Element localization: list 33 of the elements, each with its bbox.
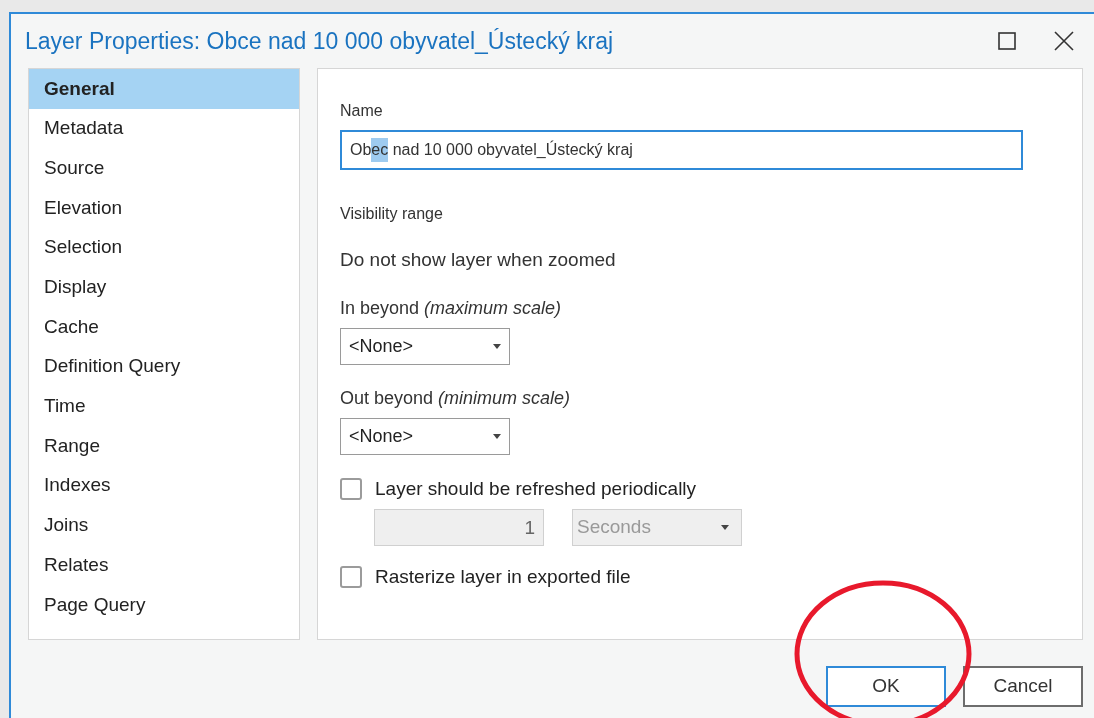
field-label: Out beyond (minimum scale) xyxy=(340,386,572,410)
caret-icon xyxy=(493,433,501,439)
checkbox-label: Rasterize layer in exported file xyxy=(375,565,631,589)
scale-dropdown[interactable]: <None> xyxy=(340,417,510,455)
ok-button[interactable]: OK xyxy=(826,666,946,707)
cancel-button[interactable]: Cancel xyxy=(963,666,1083,707)
caret-icon xyxy=(493,343,501,349)
sidebar-item[interactable]: Selection xyxy=(29,227,299,268)
checkbox[interactable] xyxy=(340,566,362,589)
scale-dropdown[interactable]: <None> xyxy=(340,327,510,365)
field-label: In beyond (maximum scale) xyxy=(340,296,563,320)
sidebar-item[interactable]: Metadata xyxy=(29,108,299,149)
sidebar-item[interactable]: Time xyxy=(29,386,299,427)
window-title: Layer Properties: Obce nad 10 000 obyvatel_Ústecký kraj xyxy=(25,26,614,56)
sidebar-item[interactable]: Elevation xyxy=(29,188,299,228)
sidebar-item[interactable]: Range xyxy=(29,426,299,466)
sidebar-item[interactable]: Relates xyxy=(29,545,299,585)
sidebar-item[interactable]: General xyxy=(29,69,299,109)
checkbox-label: Layer should be refreshed periodically xyxy=(375,476,697,501)
sidebar-item[interactable]: Joins xyxy=(29,505,299,546)
field-label: Name xyxy=(340,101,384,121)
name-input-field[interactable]: Obec nad 10 000 obyvatel_Ústecký kraj xyxy=(340,130,1023,170)
sidebar-item[interactable]: Source xyxy=(29,148,299,189)
sidebar-item[interactable]: Page Query xyxy=(29,584,299,625)
sidebar-item[interactable]: Display xyxy=(29,267,299,308)
sidebar-item[interactable]: Indexes xyxy=(29,465,299,506)
close-icon[interactable] xyxy=(1054,31,1074,51)
maximize-icon[interactable] xyxy=(998,32,1016,50)
caret-icon xyxy=(721,525,729,530)
sidebar-item[interactable]: Definition Query xyxy=(29,346,299,387)
sidebar-item[interactable]: Cache xyxy=(29,307,299,347)
description-text: Do not show layer when zoomed xyxy=(340,248,617,272)
section-heading: Visibility range xyxy=(340,204,444,224)
